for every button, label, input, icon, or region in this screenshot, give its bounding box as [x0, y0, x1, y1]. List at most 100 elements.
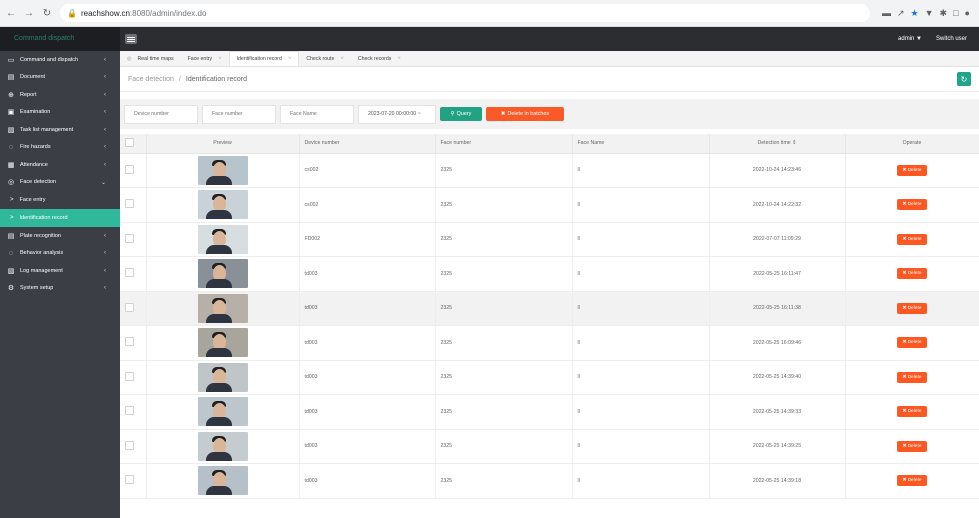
- tab-check-records[interactable]: Check records ×: [351, 51, 408, 66]
- sidebar-item-task-list-management[interactable]: ▧ Task list management ‹: [0, 121, 120, 139]
- row-checkbox[interactable]: [125, 440, 134, 450]
- sort-icon[interactable]: ⇕: [792, 140, 796, 146]
- tab-real-time-maps[interactable]: ◎ Real time maps: [120, 51, 181, 66]
- trash-icon: ✖: [902, 340, 907, 346]
- switch-user-link[interactable]: Switch user: [936, 36, 967, 42]
- table-row: td003 2325 ll 2022-05-25 16:09:46 ✖ Delete: [120, 325, 979, 361]
- row-checkbox[interactable]: [125, 302, 134, 312]
- delete-button[interactable]: ✖ Delete: [897, 302, 927, 314]
- delete-button[interactable]: ✖ Delete: [897, 406, 927, 418]
- close-tab-icon[interactable]: ×: [218, 56, 222, 62]
- delete-button[interactable]: ✖ Delete: [897, 371, 927, 383]
- lock-icon: 🔒: [67, 8, 77, 18]
- sidebar-item-report[interactable]: ⊕ Report ‹: [0, 86, 120, 104]
- sidebar-subitem-identification-record[interactable]: > Identification record: [0, 209, 120, 227]
- row-checkbox[interactable]: [125, 371, 134, 381]
- back-arrow-icon[interactable]: ←: [4, 6, 18, 20]
- trash-icon: ✖: [902, 305, 907, 311]
- face-preview-image[interactable]: [197, 397, 248, 427]
- row-checkbox[interactable]: [125, 164, 134, 174]
- face-preview-image[interactable]: [197, 224, 248, 254]
- date-range-input[interactable]: 2023-07-20 00:00:00 ~: [358, 104, 436, 124]
- refresh-button[interactable]: ↻: [957, 72, 971, 86]
- delete-button[interactable]: ✖ Delete: [897, 440, 927, 452]
- menu-toggle-icon[interactable]: [125, 34, 137, 44]
- window-icon[interactable]: □: [953, 8, 958, 18]
- table-row: cs002 2325 ll 2022-10-24 14:22:32 ✖ Delete: [120, 187, 979, 223]
- preview-cell: [146, 394, 300, 430]
- profile-icon[interactable]: ●: [965, 8, 970, 18]
- chevron-left-icon: ‹: [104, 232, 106, 239]
- row-checkbox[interactable]: [125, 337, 134, 347]
- face-preview-image[interactable]: [197, 431, 248, 461]
- preview-body: [205, 348, 232, 358]
- row-checkbox[interactable]: [125, 233, 134, 243]
- forward-arrow-icon[interactable]: →: [22, 6, 36, 20]
- close-tab-icon[interactable]: ×: [397, 56, 401, 62]
- share-icon[interactable]: ↗: [897, 8, 905, 19]
- trash-icon: ✖: [902, 409, 907, 415]
- sidebar-item-label: Report: [20, 91, 37, 98]
- filter-icon[interactable]: ▼: [925, 8, 934, 18]
- sidebar-item-system-setup[interactable]: ⚙ System setup ‹: [0, 280, 120, 298]
- breadcrumb-parent[interactable]: Face detection: [128, 76, 174, 83]
- face-name-cell: ll: [572, 463, 710, 499]
- operate-cell: ✖ Delete: [845, 360, 979, 395]
- sidebar-subitem-face-entry[interactable]: > Face entry: [0, 191, 120, 209]
- sidebar-item-examination[interactable]: ▣ Examination ‹: [0, 104, 120, 122]
- face-preview-image[interactable]: [197, 259, 248, 289]
- address-bar[interactable]: 🔒 reachshow.cn:8080/admin/index.do: [60, 4, 870, 22]
- delete-button[interactable]: ✖ Delete: [897, 268, 927, 280]
- row-checkbox[interactable]: [125, 475, 134, 485]
- sidebar-item-document[interactable]: ▤ Document ‹: [0, 69, 120, 87]
- header-detection-time[interactable]: Detection time ⇕: [709, 134, 846, 154]
- sidebar-item-behavior-analysis[interactable]: ◌ Behavior analysis ‹: [0, 245, 120, 263]
- delete-button[interactable]: ✖ Delete: [897, 475, 927, 487]
- user-menu[interactable]: admin ▼: [898, 36, 922, 42]
- delete-button[interactable]: ✖ Delete: [897, 337, 927, 349]
- device-number-input[interactable]: [124, 104, 198, 124]
- reload-icon[interactable]: ↻: [40, 6, 54, 20]
- delete-button[interactable]: ✖ Delete: [897, 199, 927, 211]
- face-preview-image[interactable]: [197, 362, 248, 392]
- extension-icons: ▬ ↗ ★ ▼ ✱ □ ●: [882, 8, 970, 19]
- header-face-name: Face Name: [572, 134, 710, 154]
- close-tab-icon[interactable]: ×: [340, 56, 344, 62]
- puzzle-icon[interactable]: ✱: [940, 8, 948, 19]
- row-checkbox[interactable]: [125, 406, 134, 416]
- preview-body: [205, 451, 232, 461]
- sidebar-item-log-management[interactable]: ▧ Log management ‹: [0, 262, 120, 280]
- delete-button[interactable]: ✖ Delete: [897, 164, 927, 176]
- face-preview-image[interactable]: [197, 190, 248, 220]
- sidebar-item-command-and-dispatch[interactable]: ▭ Command and dispatch ‹: [0, 51, 120, 69]
- delete-button[interactable]: ✖ Delete: [897, 233, 927, 245]
- delete-label: Delete: [907, 305, 922, 311]
- face-preview-image[interactable]: [197, 155, 248, 185]
- close-tab-icon[interactable]: ×: [288, 56, 292, 62]
- row-checkbox-cell: [120, 429, 147, 464]
- face-preview-image[interactable]: [197, 328, 248, 358]
- tab-face-entry[interactable]: Face entry ×: [181, 51, 229, 66]
- face-name-input[interactable]: [280, 104, 354, 124]
- tab-check-route[interactable]: Check route ×: [299, 51, 351, 66]
- bookmark-star-icon[interactable]: ★: [911, 8, 919, 19]
- tab-identification-record[interactable]: Identification record ×: [228, 51, 300, 66]
- sidebar-item-plate-recognition[interactable]: ▤ Plate recognition ‹: [0, 227, 120, 245]
- cast-icon[interactable]: ▬: [882, 8, 891, 18]
- face-number-input[interactable]: [202, 104, 276, 124]
- face-preview-image[interactable]: [197, 466, 248, 496]
- detection-time-cell: 2022-05-25 16:09:46: [709, 325, 846, 361]
- sidebar-item-attendance[interactable]: ▦ Attendance ‹: [0, 156, 120, 174]
- row-checkbox-cell: [120, 325, 147, 361]
- records-table: Preview Device number Face number Face N…: [120, 134, 979, 518]
- row-checkbox[interactable]: [125, 268, 134, 278]
- trash-icon: ✖: [902, 271, 907, 277]
- sidebar-item-face-detection[interactable]: ◎ Face detection ⌄: [0, 174, 120, 192]
- query-button[interactable]: ⚲ Query: [440, 107, 482, 121]
- device-number-cell: td003: [299, 360, 436, 395]
- delete-in-batches-button[interactable]: ✖ Delete in batches: [486, 107, 564, 121]
- sidebar-item-fire-hazards[interactable]: ◌ Fire hazards ‹: [0, 139, 120, 157]
- row-checkbox[interactable]: [125, 199, 134, 209]
- select-all-checkbox[interactable]: [125, 137, 134, 147]
- face-preview-image[interactable]: [197, 293, 248, 323]
